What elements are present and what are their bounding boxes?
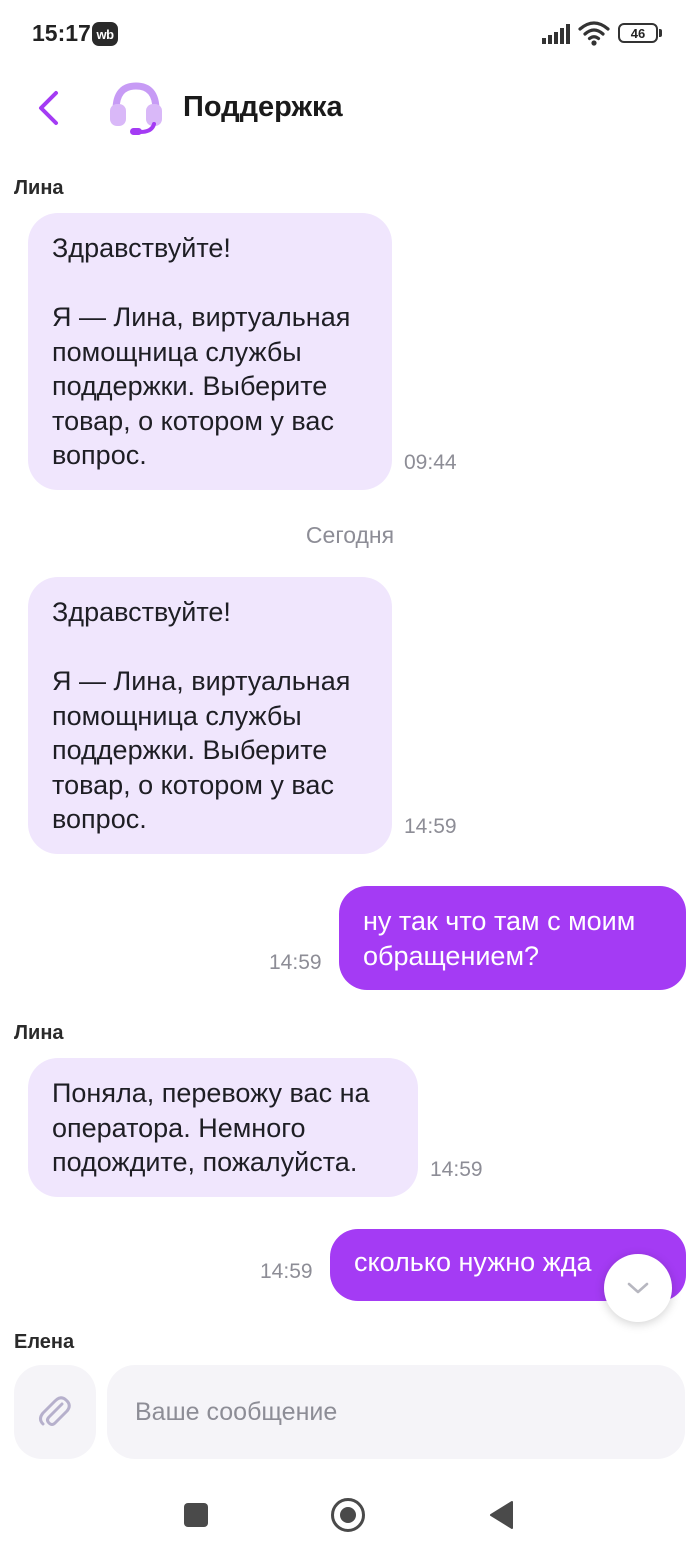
recent-apps-button[interactable] <box>184 1503 208 1527</box>
paperclip-icon <box>39 1396 71 1426</box>
incoming-message-bubble[interactable]: Поняла, перевожу вас на оператора. Немно… <box>28 1058 418 1197</box>
attach-button[interactable] <box>14 1365 96 1459</box>
battery-icon: 46 <box>618 23 658 43</box>
incoming-message-bubble[interactable]: Здравствуйте! Я — Лина, виртуальная помо… <box>28 577 392 854</box>
page-title: Поддержка <box>183 91 343 123</box>
chevron-left-icon[interactable] <box>34 90 62 126</box>
chevron-down-icon <box>627 1282 649 1294</box>
scroll-down-button[interactable] <box>604 1254 672 1322</box>
message-sender: Лина <box>14 1022 64 1044</box>
message-time: 14:59 <box>269 951 322 974</box>
message-sender: Лина <box>14 177 64 199</box>
signal-icon <box>542 24 570 44</box>
wifi-icon <box>578 21 610 46</box>
battery-tip <box>659 29 662 37</box>
message-time: 14:59 <box>260 1260 313 1283</box>
battery-level: 46 <box>630 25 646 41</box>
message-time: 14:59 <box>430 1158 483 1181</box>
back-triangle-icon[interactable] <box>488 1500 514 1530</box>
headset-icon <box>110 82 162 135</box>
incoming-message-bubble[interactable]: Здравствуйте! Я — Лина, виртуальная помо… <box>28 213 392 490</box>
message-time: 14:59 <box>404 815 457 838</box>
home-button[interactable] <box>331 1498 365 1532</box>
date-separator: Сегодня <box>305 522 395 548</box>
message-time: 09:44 <box>404 451 457 474</box>
home-dot <box>340 1507 356 1523</box>
status-time: 15:17 <box>32 20 91 46</box>
app-notification-badge: wb <box>92 22 118 46</box>
outgoing-message-bubble[interactable]: ну так что там с моим обращением? <box>339 886 686 990</box>
message-input[interactable] <box>107 1365 685 1459</box>
message-sender: Елена <box>14 1331 75 1353</box>
